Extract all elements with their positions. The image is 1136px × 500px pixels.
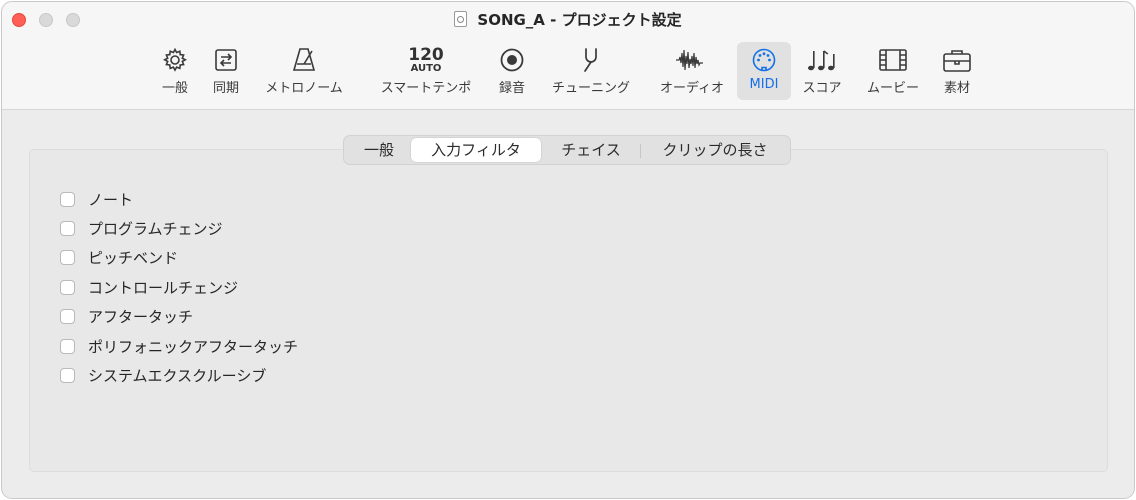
checkbox-label: アフタータッチ bbox=[88, 308, 194, 326]
tuning-fork-icon bbox=[542, 45, 640, 75]
film-icon bbox=[858, 45, 928, 75]
window-title: SONG_A - プロジェクト設定 bbox=[2, 9, 1134, 30]
toolbar-label: スマートテンポ bbox=[380, 81, 472, 96]
toolbar-general[interactable]: 一般 bbox=[152, 42, 198, 100]
tab-input-filter[interactable]: 入力フィルタ bbox=[411, 138, 541, 162]
toolbar-label: メトロノーム bbox=[265, 81, 343, 96]
checkbox[interactable] bbox=[60, 250, 75, 265]
checkbox[interactable] bbox=[60, 280, 75, 295]
tab-general[interactable]: 一般 bbox=[348, 138, 410, 162]
toolbar-label: 録音 bbox=[498, 81, 525, 96]
sync-icon bbox=[203, 45, 249, 75]
toolbar-label: ムービー bbox=[866, 81, 919, 96]
document-icon bbox=[454, 11, 468, 27]
tempo-number: 120 bbox=[408, 44, 444, 65]
gear-icon bbox=[152, 45, 198, 75]
tab-divider bbox=[640, 144, 641, 158]
tab-segmented-control: 一般 入力フィルタ チェイス クリップの長さ bbox=[343, 135, 791, 165]
checkbox-label: コントロールチェンジ bbox=[88, 279, 239, 297]
toolbar-label: オーディオ bbox=[659, 81, 725, 96]
tab-chase[interactable]: チェイス bbox=[545, 138, 637, 162]
toolbar-assets[interactable]: 素材 bbox=[934, 42, 980, 100]
toolbar-smart-tempo[interactable]: 120 AUTO スマートテンポ bbox=[368, 42, 484, 100]
tempo-mode: AUTO bbox=[410, 62, 442, 74]
toolbar-label: 一般 bbox=[161, 81, 188, 96]
toolbar-record[interactable]: 録音 bbox=[489, 42, 535, 100]
toolbar-label: チューニング bbox=[551, 81, 630, 96]
title-bar: SONG_A - プロジェクト設定 一般 同期 メトロノーム 120 AUTO bbox=[2, 2, 1134, 110]
checkbox[interactable] bbox=[60, 192, 75, 207]
smart-tempo-icon: 120 AUTO bbox=[368, 45, 484, 75]
checkbox[interactable] bbox=[60, 368, 75, 383]
project-settings-window: SONG_A - プロジェクト設定 一般 同期 メトロノーム 120 AUTO bbox=[1, 1, 1135, 499]
window-title-text: SONG_A - プロジェクト設定 bbox=[477, 11, 682, 29]
toolbar-metronome[interactable]: メトロノーム bbox=[254, 42, 354, 100]
midi-port-icon bbox=[737, 45, 791, 75]
checkbox[interactable] bbox=[60, 309, 75, 324]
toolbar-tuning[interactable]: チューニング bbox=[542, 42, 640, 100]
waveform-icon bbox=[651, 45, 733, 75]
toolbar-sync[interactable]: 同期 bbox=[203, 42, 249, 100]
metronome-icon bbox=[254, 45, 354, 75]
checkbox[interactable] bbox=[60, 221, 75, 236]
briefcase-icon bbox=[934, 45, 980, 75]
checkbox-label: プログラムチェンジ bbox=[88, 220, 223, 238]
toolbar-movie[interactable]: ムービー bbox=[858, 42, 928, 100]
toolbar-audio[interactable]: オーディオ bbox=[651, 42, 733, 100]
toolbar-label: MIDI bbox=[749, 77, 779, 92]
record-icon bbox=[489, 45, 535, 75]
checkbox-label: システムエクスクルーシブ bbox=[88, 367, 267, 385]
tab-clip-length[interactable]: クリップの長さ bbox=[644, 138, 786, 162]
toolbar-midi[interactable]: MIDI bbox=[737, 42, 791, 100]
checkbox-label: ポリフォニックアフタータッチ bbox=[88, 338, 299, 356]
toolbar-label: 素材 bbox=[943, 81, 970, 96]
music-notes-icon bbox=[797, 45, 847, 75]
checkbox[interactable] bbox=[60, 339, 75, 354]
toolbar-label: スコア bbox=[802, 81, 842, 96]
toolbar-label: 同期 bbox=[212, 81, 239, 96]
checkbox-label: ノート bbox=[88, 191, 134, 209]
checkbox-label: ピッチベンド bbox=[88, 249, 179, 267]
toolbar-score[interactable]: スコア bbox=[797, 42, 847, 100]
